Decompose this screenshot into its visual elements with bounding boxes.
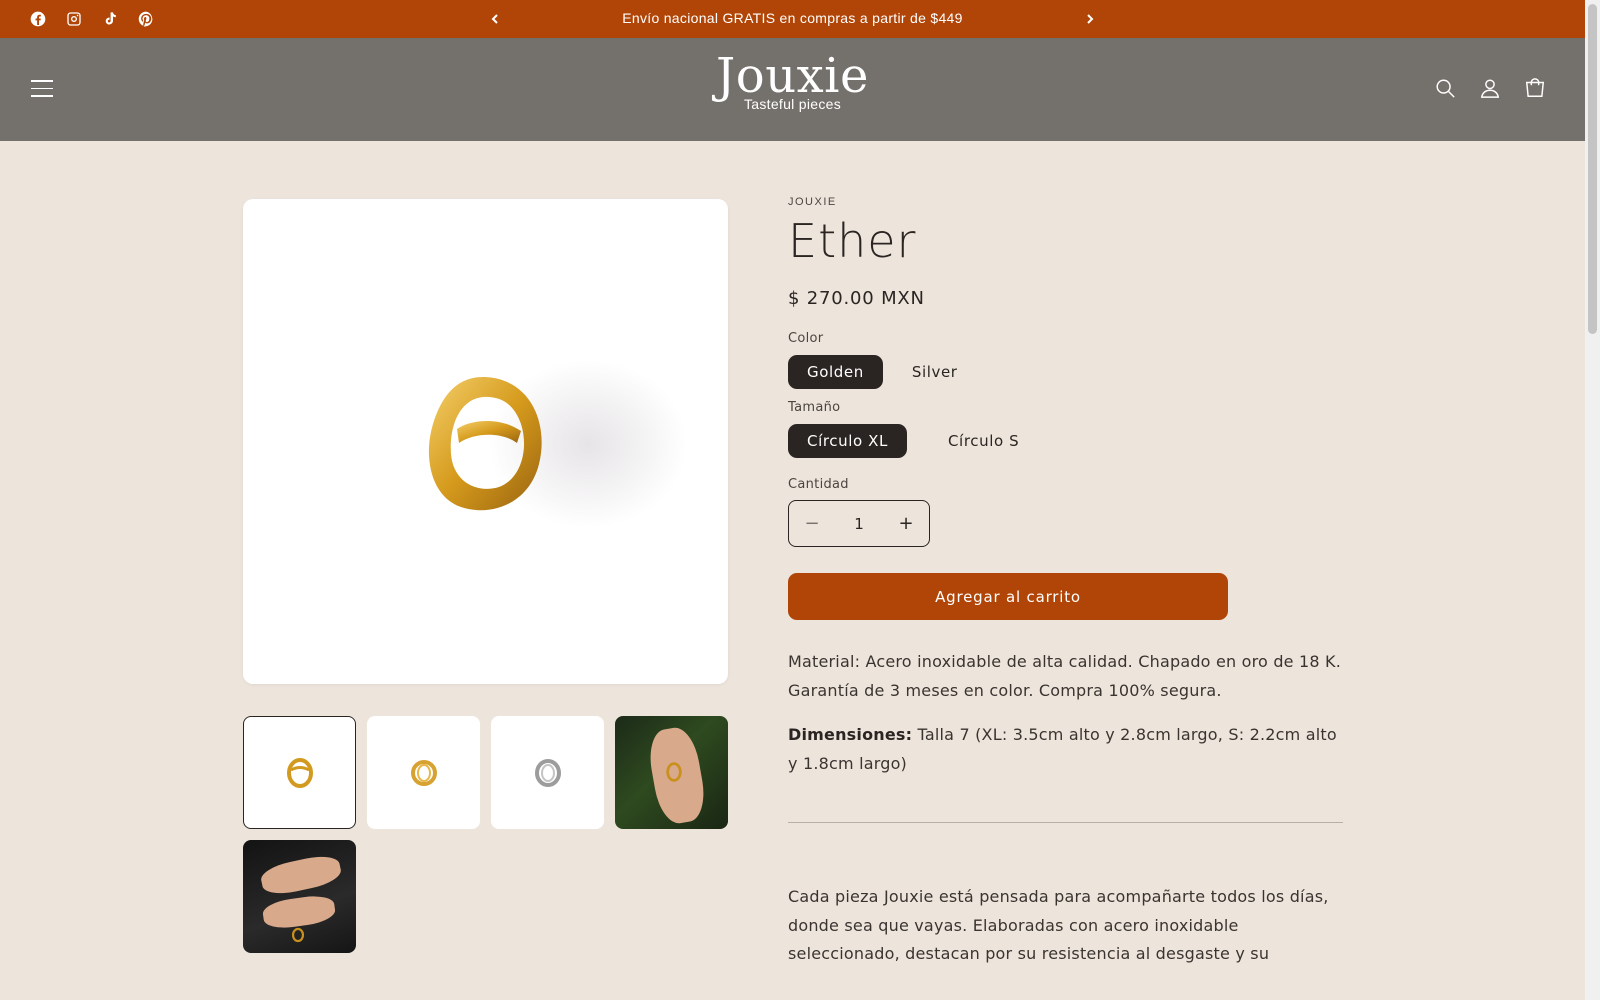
divider <box>788 822 1343 823</box>
product-main-image[interactable] <box>243 199 728 684</box>
size-option-circulo-xl[interactable]: Círculo XL <box>788 424 907 458</box>
ring-thumbnail-icon <box>286 757 313 788</box>
size-option: Tamaño Círculo XL Círculo S <box>788 400 1343 458</box>
thumbnail-grid <box>243 716 728 953</box>
color-label: Color <box>788 331 824 346</box>
size-option-circulo-s[interactable]: Círculo S <box>929 424 1038 458</box>
color-option: Color Golden Silver <box>788 331 1343 389</box>
product-vendor: JOUXIE <box>788 196 837 208</box>
product-info: JOUXIE Ether $ 270.00 MXN Color Golden S… <box>788 196 1343 969</box>
announcement-text: Envío nacional GRATIS en compras a parti… <box>622 10 963 26</box>
thumbnail-golden-ring-1[interactable] <box>243 716 356 829</box>
ring-thumbnail-icon <box>666 762 682 782</box>
logo-tagline: Tasteful pieces <box>743 96 842 112</box>
color-option-golden[interactable]: Golden <box>788 355 883 389</box>
site-header: Jouxie Tasteful pieces <box>0 38 1585 141</box>
color-option-silver[interactable]: Silver <box>893 355 977 389</box>
thumbnail-ring-on-hand[interactable] <box>615 716 728 829</box>
header-icons <box>1433 76 1547 100</box>
announcement-next-button[interactable] <box>1080 9 1100 29</box>
logo-word: Jouxie <box>716 48 869 104</box>
quantity-stepper: − 1 + <box>788 500 930 547</box>
scrollbar-thumb[interactable] <box>1588 4 1597 334</box>
material-text: Material: Acero inoxidable de alta calid… <box>788 652 1342 700</box>
ring-thumbnail-icon <box>534 758 561 787</box>
quantity-input[interactable]: 1 <box>854 515 864 533</box>
quantity-decrease-button[interactable]: − <box>789 513 835 534</box>
search-icon[interactable] <box>1433 76 1457 100</box>
thumbnail-golden-ring-2[interactable] <box>367 716 480 829</box>
ring-thumbnail-icon <box>291 927 305 943</box>
long-description: Cada pieza Jouxie está pensada para acom… <box>788 887 1329 963</box>
cart-icon[interactable] <box>1523 76 1547 100</box>
quantity-label: Cantidad <box>788 477 849 492</box>
quantity-option: Cantidad − 1 + <box>788 477 1343 547</box>
add-to-cart-button[interactable]: Agregar al carrito <box>788 573 1228 620</box>
thumbnail-rings-on-hands[interactable] <box>243 840 356 953</box>
size-pills: Círculo XL Círculo S <box>788 424 1343 458</box>
product-description: Material: Acero inoxidable de alta calid… <box>788 648 1343 778</box>
scrollbar[interactable] <box>1585 0 1600 1000</box>
ring-thumbnail-icon <box>410 759 437 786</box>
color-pills: Golden Silver <box>788 355 1343 389</box>
chevron-right-icon <box>1087 14 1094 24</box>
dimensions-label: Dimensiones: <box>788 725 913 744</box>
thumbnail-silver-ring[interactable] <box>491 716 604 829</box>
quantity-increase-button[interactable]: + <box>883 513 929 534</box>
product-price: $ 270.00 MXN <box>788 288 925 309</box>
account-icon[interactable] <box>1478 76 1502 100</box>
dimensions-text: Dimensiones: Talla 7 (XL: 3.5cm alto y 2… <box>788 721 1343 778</box>
announcement-bar: Envío nacional GRATIS en compras a parti… <box>0 0 1585 38</box>
product-title: Ether <box>788 214 917 268</box>
logo[interactable]: Jouxie Tasteful pieces <box>0 50 1585 112</box>
hand-shape <box>258 852 344 898</box>
ring-image-icon <box>428 376 542 511</box>
size-label: Tamaño <box>788 400 841 415</box>
